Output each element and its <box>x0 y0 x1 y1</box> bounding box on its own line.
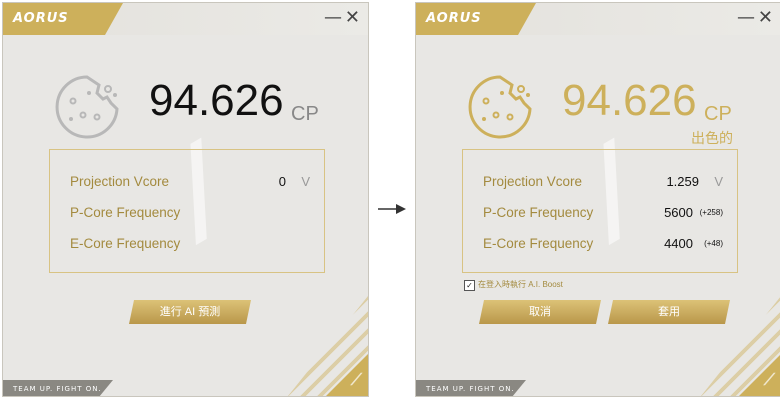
score-value: 94.626 <box>562 76 697 125</box>
metric-label: P-Core Frequency <box>70 205 181 220</box>
metric-label: E-Core Frequency <box>70 236 181 251</box>
score-value: 94.626 <box>149 76 284 125</box>
score-rating: 出色的 <box>691 130 733 146</box>
metrics-panel: Projection Vcore 0 V P-Core Frequency E-… <box>49 149 325 273</box>
score-unit: CP <box>291 103 319 125</box>
window-before: AORUS — ✕ / ⟋ TEAM UP. FIGHT ON. 94.626 … <box>2 2 369 397</box>
corner-logo-icon: ⟋ <box>350 372 362 389</box>
apply-button[interactable]: 套用 <box>608 300 730 324</box>
minimize-icon[interactable]: — <box>737 8 755 28</box>
metric-delta: (+48) <box>704 239 723 248</box>
footer-slogan: TEAM UP. FIGHT ON. <box>13 385 102 393</box>
ai-predict-button[interactable]: 進行 AI 預測 <box>129 300 251 324</box>
metric-value: 0 <box>278 174 286 189</box>
score-unit: CP <box>704 103 732 125</box>
metric-label: P-Core Frequency <box>483 205 594 220</box>
window-after: AORUS — ✕ / ⟋ TEAM UP. FIGHT ON. 94.626 … <box>415 2 780 397</box>
corner-logo-icon: ⟋ <box>763 372 775 389</box>
close-icon[interactable]: ✕ <box>758 8 773 28</box>
metric-row-pcore: P-Core Frequency 5600 (+258) <box>483 205 723 225</box>
ai-boost-login-label[interactable]: 在登入時執行 A.I. Boost <box>478 279 563 290</box>
metric-row-ecore: E-Core Frequency <box>70 236 310 256</box>
metric-unit: V <box>301 174 310 189</box>
cancel-button[interactable]: 取消 <box>479 300 601 324</box>
metric-row-vcore: Projection Vcore 0 V <box>70 174 310 194</box>
metric-row-vcore: Projection Vcore 1.259 V <box>483 174 723 194</box>
metric-row-pcore: P-Core Frequency <box>70 205 310 225</box>
metric-unit: V <box>714 174 723 189</box>
close-icon[interactable]: ✕ <box>345 8 360 28</box>
metric-delta: (+258) <box>699 208 723 217</box>
metric-label: Projection Vcore <box>70 174 170 189</box>
ai-boost-login-checkbox[interactable]: ✓ <box>464 280 475 291</box>
metric-label: E-Core Frequency <box>483 236 594 251</box>
metric-row-ecore: E-Core Frequency 4400 (+48) <box>483 236 723 256</box>
cookie-icon <box>468 75 532 139</box>
metric-value: 4400 <box>664 236 693 251</box>
aorus-logo: AORUS <box>426 11 482 26</box>
arrow-right-icon <box>378 204 406 214</box>
metric-value: 5600 <box>664 205 693 220</box>
cookie-icon <box>55 75 119 139</box>
metrics-panel: Projection Vcore 1.259 V P-Core Frequenc… <box>462 149 738 273</box>
aorus-logo: AORUS <box>13 11 69 26</box>
metric-label: Projection Vcore <box>483 174 583 189</box>
minimize-icon[interactable]: — <box>324 8 342 28</box>
metric-value: 1.259 <box>666 174 699 189</box>
footer-slogan: TEAM UP. FIGHT ON. <box>426 385 515 393</box>
